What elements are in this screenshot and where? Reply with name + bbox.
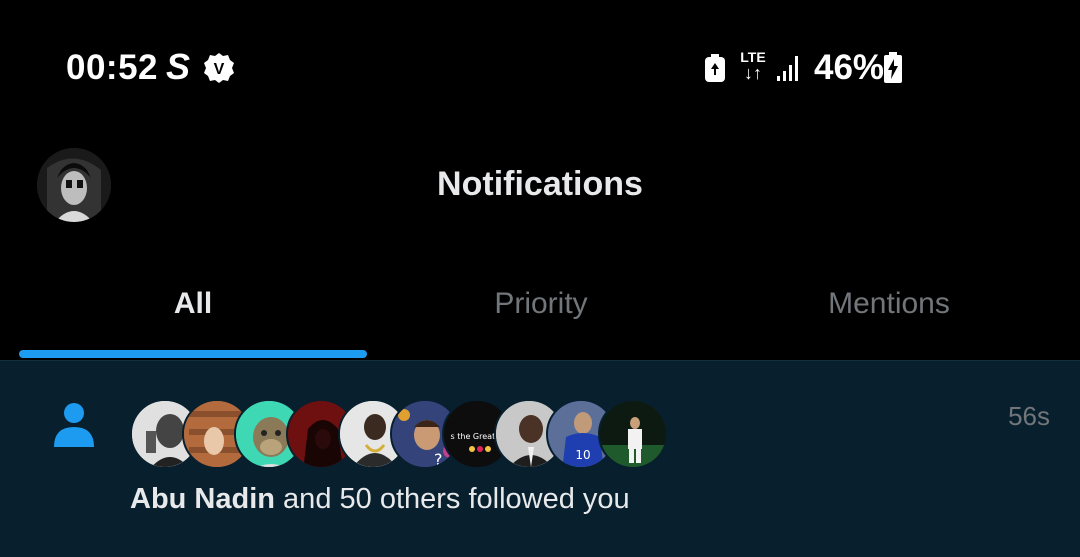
status-bar: 00:52 S V LTE ↓↑ 46% [0, 0, 1080, 130]
svg-text:10: 10 [575, 448, 590, 462]
svg-text:?: ? [434, 450, 443, 469]
notification-message: Abu Nadin and 50 others followed you [130, 483, 630, 516]
battery-percentage: 46% [814, 48, 885, 87]
lte-network-icon: LTE ↓↑ [737, 50, 769, 84]
tab-mentions[interactable]: Mentions [715, 245, 1063, 360]
s-app-icon: S [166, 46, 191, 87]
person-icon [54, 403, 94, 447]
data-saver-icon [705, 54, 725, 82]
notification-timestamp: 56s [1008, 401, 1050, 431]
tab-all[interactable]: All [19, 245, 367, 360]
notification-tabs: All Priority Mentions [0, 245, 1080, 360]
network-type-label: LTE [740, 49, 766, 65]
vpn-badge-letter: V [214, 61, 225, 78]
tab-mentions-label: Mentions [828, 287, 950, 320]
battery-charging-icon [884, 52, 902, 83]
notification-message-text: and 50 others followed you [275, 483, 630, 515]
follower-avatar[interactable] [598, 399, 668, 469]
verified-v-icon: V [204, 53, 234, 83]
follow-notification[interactable]: ? s the Greatest 10 56s Abu Nadin and 50… [0, 360, 1080, 557]
tab-all-label: All [173, 287, 213, 320]
tab-priority-label: Priority [494, 287, 588, 320]
actor-name-link[interactable]: Abu Nadin [130, 483, 275, 515]
signal-strength-icon [777, 56, 798, 81]
active-tab-indicator [19, 350, 367, 358]
clock-time: 00:52 [66, 48, 159, 87]
page-title: Notifications [437, 165, 643, 203]
follower-avatar-stack: ? s the Greatest 10 [130, 399, 668, 471]
top-app-bar: Notifications [0, 130, 1080, 245]
tab-priority[interactable]: Priority [367, 245, 715, 360]
